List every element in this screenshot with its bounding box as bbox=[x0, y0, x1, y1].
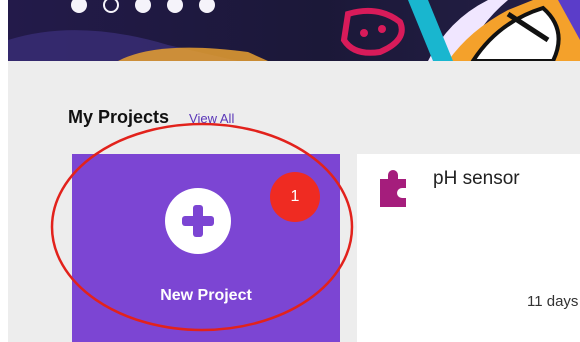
project-name: pH sensor bbox=[433, 168, 520, 189]
carousel-dots bbox=[71, 0, 215, 13]
header-banner bbox=[8, 0, 580, 61]
carousel-dot-active[interactable] bbox=[103, 0, 119, 13]
project-card[interactable]: pH sensor 11 days bbox=[357, 154, 580, 342]
view-all-link[interactable]: View All bbox=[189, 111, 234, 126]
projects-section-header: My Projects View All bbox=[68, 107, 234, 128]
carousel-dot[interactable] bbox=[199, 0, 215, 13]
step-number-badge: 1 bbox=[270, 172, 320, 222]
plus-icon bbox=[165, 188, 231, 254]
project-updated-time: 11 days bbox=[527, 293, 579, 310]
section-title: My Projects bbox=[68, 107, 170, 127]
carousel-dot[interactable] bbox=[167, 0, 183, 13]
page: My Projects View All New Project pH sens… bbox=[8, 0, 580, 342]
carousel-dot[interactable] bbox=[135, 0, 151, 13]
carousel-dot[interactable] bbox=[71, 0, 87, 13]
new-project-label: New Project bbox=[160, 287, 252, 304]
puzzle-piece-icon bbox=[380, 170, 406, 207]
